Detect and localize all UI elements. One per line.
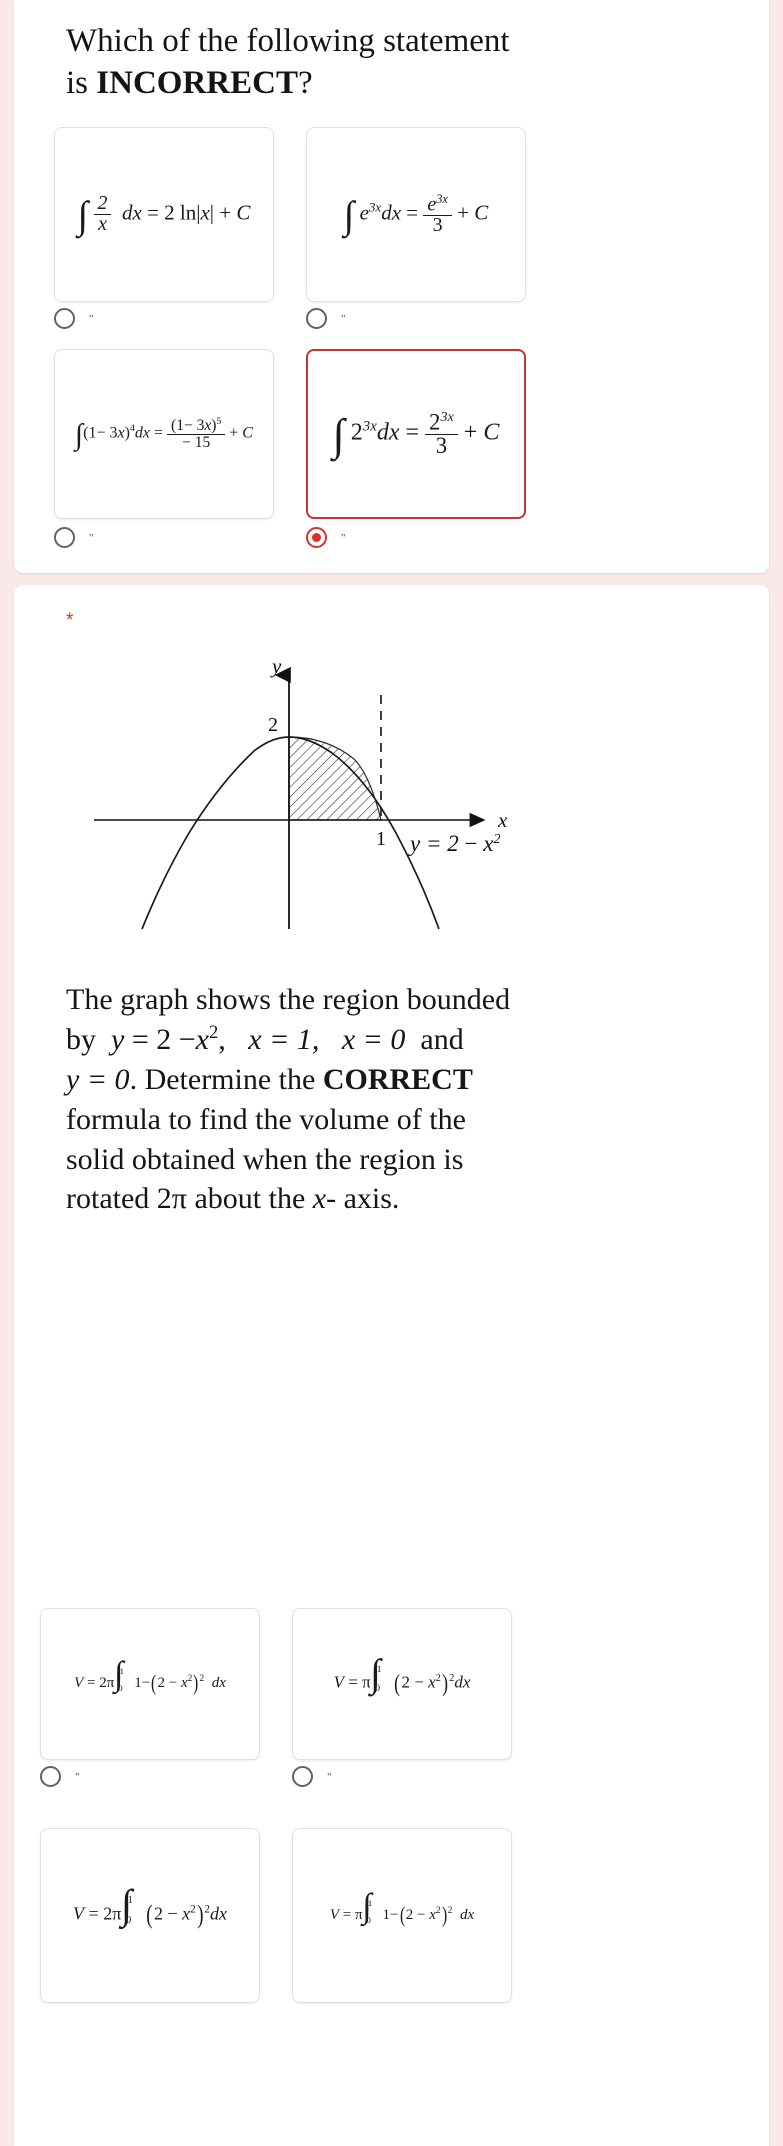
question-2-body: The graph shows the region bounded by y … bbox=[66, 983, 511, 1216]
question-1-card: Which of the following statement is INCO… bbox=[14, 0, 769, 573]
quiz-page: Which of the following statement is INCO… bbox=[0, 0, 783, 2146]
q2-body-line6a: rotated bbox=[66, 1182, 150, 1216]
q2-body-line5: solid obtained when the region is bbox=[66, 1142, 464, 1176]
x-tick-label-1: 1 bbox=[376, 828, 386, 850]
q2-eq4: y = 0 bbox=[66, 1062, 130, 1096]
q1-option-c-formula: ∫(1− 3x)4dx = (1− 3x)5 − 15 + C bbox=[75, 416, 253, 452]
q2-body-line6b: about the bbox=[194, 1182, 306, 1216]
q1-option-d-radio-row[interactable]: " bbox=[306, 527, 345, 548]
q2-option-a-radio[interactable] bbox=[40, 1766, 61, 1787]
q1-option-c-box[interactable]: ∫(1− 3x)4dx = (1− 3x)5 − 15 + C bbox=[54, 349, 274, 519]
question-1-title: Which of the following statement is INCO… bbox=[66, 20, 706, 104]
required-marker: * bbox=[66, 610, 74, 631]
q2-eq2: x = 1, bbox=[248, 1022, 320, 1056]
q2-body-line1: The graph shows the region bounded bbox=[66, 983, 511, 1016]
q1-option-c-label: " bbox=[89, 531, 93, 544]
q2-body-2pi: 2π bbox=[156, 1182, 187, 1216]
q2-body-and: and bbox=[420, 1022, 464, 1056]
q2-eq1-var: x bbox=[195, 1022, 209, 1056]
q2-option-b-box[interactable]: V = π 1 ∫ 0 (2 − x2)2dx bbox=[292, 1608, 512, 1760]
y-axis-label: y bbox=[270, 654, 282, 678]
y-tick-label-2: 2 bbox=[268, 714, 278, 736]
q2-option-b-radio[interactable] bbox=[292, 1766, 313, 1787]
q1-option-d-radio[interactable] bbox=[306, 527, 327, 548]
shaded-region bbox=[288, 736, 382, 821]
q1-option-d-formula: ∫ 23xdx = 23x 3 + C bbox=[332, 408, 500, 460]
q2-option-a-label: " bbox=[75, 1770, 79, 1783]
q2-option-d-formula: V = π 1 ∫ 0 1−(2 − x2)2 dx bbox=[329, 1886, 475, 1927]
q2-option-c-formula: V = 2π 1 ∫ 0 (2 − x2)2dx bbox=[73, 1881, 227, 1930]
question-1-title-line2-prefix: is bbox=[66, 65, 97, 102]
q2-option-a-formula: V = 2π 1 ∫ 0 1−(2 − x2)2 dx bbox=[74, 1655, 226, 1696]
question-2-card: * 2 1 y x y = 2 − x2 The graph shows the… bbox=[14, 585, 769, 2146]
q2-option-d-box[interactable]: V = π 1 ∫ 0 1−(2 − x2)2 dx bbox=[292, 1828, 512, 2003]
q2-option-c-box[interactable]: V = 2π 1 ∫ 0 (2 − x2)2dx bbox=[40, 1828, 260, 2003]
question-1-title-line1: Which of the following statement bbox=[66, 23, 510, 59]
q2-eq1-exp: 2 bbox=[209, 1021, 219, 1043]
q2-body-x: x bbox=[312, 1182, 327, 1216]
q1-option-a-formula: ∫ 2x dx = 2 ln|x| + C bbox=[77, 192, 251, 237]
q2-body-line4: formula to find the volume of the bbox=[66, 1102, 466, 1136]
question-1-title-emphasis: INCORRECT bbox=[96, 65, 298, 102]
q1-option-d-box[interactable]: ∫ 23xdx = 23x 3 + C bbox=[306, 349, 526, 519]
q1-option-b-label: " bbox=[341, 312, 345, 325]
q1-option-a-radio-row[interactable]: " bbox=[54, 308, 93, 329]
q1-option-b-box[interactable]: ∫ e3xdx = e3x 3 + C bbox=[306, 127, 526, 302]
q1-option-b-formula: ∫ e3xdx = e3x 3 + C bbox=[343, 191, 489, 237]
q2-option-b-label: " bbox=[327, 1770, 331, 1783]
q2-option-a-box[interactable]: V = 2π 1 ∫ 0 1−(2 − x2)2 dx bbox=[40, 1608, 260, 1760]
q1-option-a-label: " bbox=[89, 312, 93, 325]
q2-eq3: x = 0 bbox=[341, 1022, 406, 1056]
question-1-title-line2-suffix: ? bbox=[297, 65, 313, 102]
q2-option-a-radio-row[interactable]: " bbox=[40, 1766, 79, 1787]
q2-body-emphasis: CORRECT bbox=[322, 1062, 473, 1096]
q1-option-c-radio-row[interactable]: " bbox=[54, 527, 93, 548]
q2-eq1-lhs: y bbox=[111, 1022, 125, 1056]
parabola-graph: 2 1 y x y = 2 − x2 bbox=[14, 647, 769, 957]
x-axis-label: x bbox=[497, 808, 508, 832]
q2-option-b-formula: V = π 1 ∫ 0 (2 − x2)2dx bbox=[333, 1651, 471, 1697]
q1-option-c-radio[interactable] bbox=[54, 527, 75, 548]
q2-body-by: by bbox=[66, 1022, 96, 1056]
q1-option-b-radio[interactable] bbox=[306, 308, 327, 329]
q1-option-d-label: " bbox=[341, 531, 345, 544]
q2-eq1-rhs: 2 − bbox=[156, 1022, 196, 1056]
q1-option-a-box[interactable]: ∫ 2x dx = 2 ln|x| + C bbox=[54, 127, 274, 302]
q2-body-line6c: - axis. bbox=[326, 1182, 400, 1216]
q2-option-b-radio-row[interactable]: " bbox=[292, 1766, 331, 1787]
q1-option-b-radio-row[interactable]: " bbox=[306, 308, 345, 329]
q1-option-a-radio[interactable] bbox=[54, 308, 75, 329]
q2-body-rest: . Determine the bbox=[129, 1062, 316, 1096]
curve-equation-label: y = 2 − x2 bbox=[408, 831, 500, 856]
parabola-graph-svg: 2 1 y x y = 2 − x2 bbox=[94, 654, 508, 930]
